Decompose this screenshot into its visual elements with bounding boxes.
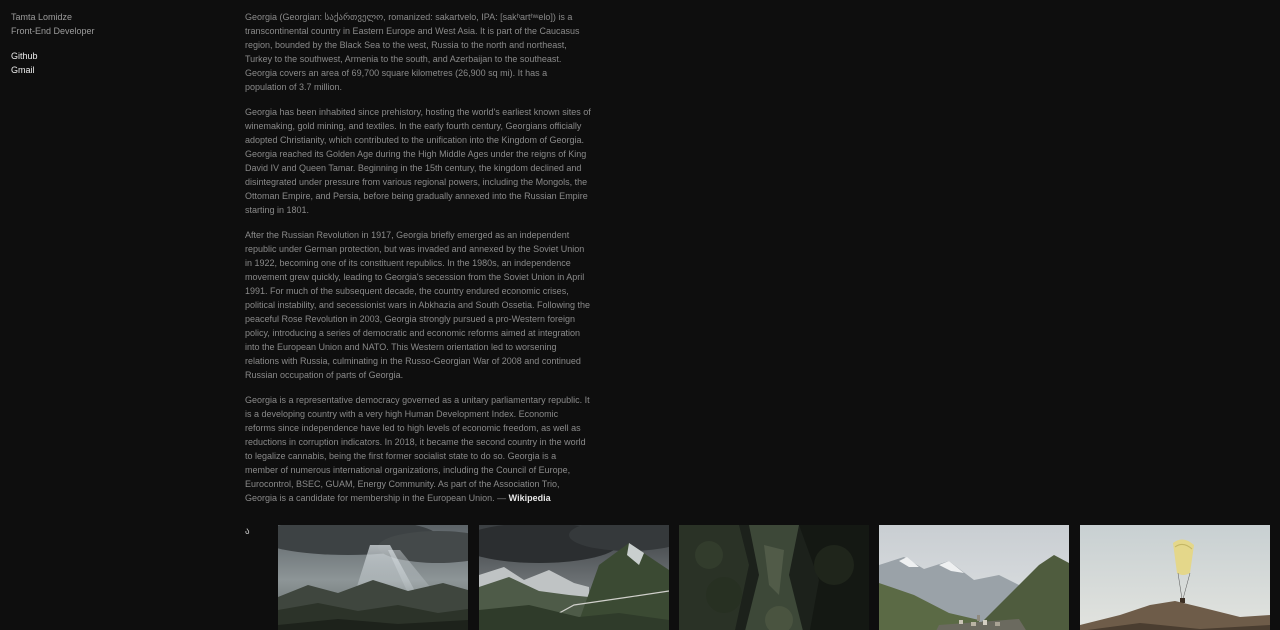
green-valley-road-photo[interactable] xyxy=(479,525,669,630)
paraglider-photo[interactable] xyxy=(1080,525,1270,630)
wikipedia-source-link[interactable]: Wikipedia xyxy=(509,493,551,503)
social-links: Github Gmail xyxy=(11,49,95,77)
article-paragraph-text: Georgia is a representative democracy go… xyxy=(245,395,590,503)
article-paragraph: Georgia has been inhabited since prehist… xyxy=(245,107,591,215)
article-paragraph: After the Russian Revolution in 1917, Ge… xyxy=(245,230,591,380)
georgian-letter: ა xyxy=(245,526,250,536)
gmail-link[interactable]: Gmail xyxy=(11,63,95,77)
mountain-village-photo[interactable] xyxy=(879,525,1069,630)
author-name: Tamta Lomidze xyxy=(11,12,73,22)
sidebar: Tamta Lomidze Front-End Developer Github… xyxy=(11,10,95,77)
github-link[interactable]: Github xyxy=(11,49,95,63)
author-role: Front-End Developer xyxy=(11,26,95,36)
article-paragraph-last: Georgia is a representative democracy go… xyxy=(245,393,591,505)
article: Georgia (Georgian: საქართველო, romanized… xyxy=(245,10,591,516)
mountain-sunrays-photo[interactable] xyxy=(278,525,468,630)
article-paragraph: Georgia (Georgian: საქართველო, romanized… xyxy=(245,12,580,92)
forest-cliff-photo[interactable] xyxy=(679,525,869,630)
